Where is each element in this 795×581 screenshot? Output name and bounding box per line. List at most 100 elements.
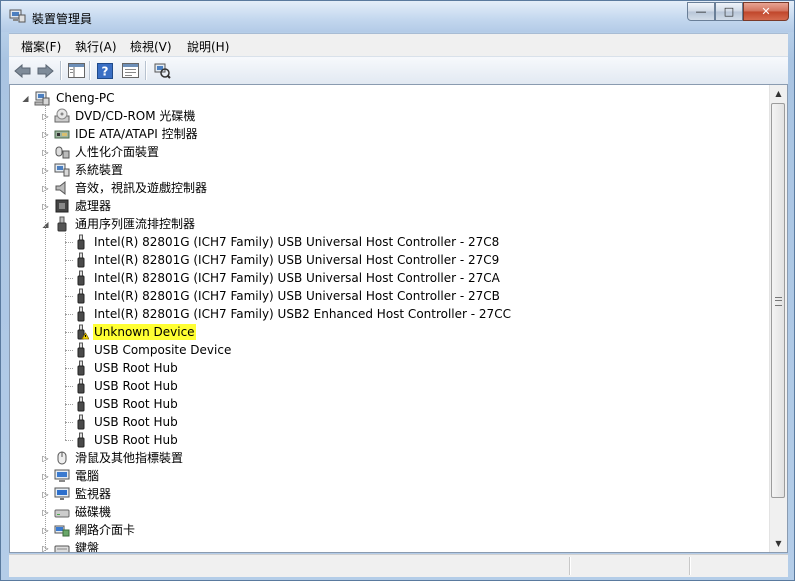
properties-button[interactable]	[121, 62, 139, 79]
collapse-arrow-icon[interactable]: ◢	[21, 94, 30, 103]
scroll-down-button[interactable]: ▼	[770, 535, 787, 552]
close-button[interactable]: ✕	[743, 2, 789, 21]
tree-category-label: 處理器	[75, 199, 112, 213]
minimize-button[interactable]: —	[687, 2, 715, 21]
ide-controller-icon	[54, 130, 70, 139]
vertical-scrollbar[interactable]: ▲ ▼	[769, 85, 787, 552]
tree-connector	[65, 440, 73, 441]
maximize-icon: □	[723, 5, 735, 18]
tree-category-label: 監視器	[75, 487, 112, 501]
usb-device-label: Unknown Device	[93, 324, 196, 340]
tree-category-label: 磁碟機	[75, 505, 112, 519]
usb-controller-icon	[57, 216, 67, 232]
back-arrow-icon	[14, 63, 31, 78]
toolbar-separator	[145, 61, 147, 80]
window-title: 裝置管理員	[32, 12, 93, 26]
title-bar[interactable]: 裝置管理員 — □ ✕	[1, 1, 794, 32]
tree-category-label: 系統裝置	[75, 163, 124, 177]
tree-category-label: DVD/CD-ROM 光碟機	[75, 109, 196, 123]
scroll-up-button[interactable]: ▲	[770, 85, 787, 102]
maximize-button[interactable]: □	[715, 2, 743, 21]
disk-drive-icon	[54, 509, 70, 518]
show-hide-tree-button[interactable]	[67, 62, 85, 79]
tree-connector	[65, 314, 73, 315]
tree-root-label: Cheng-PC	[56, 91, 115, 105]
network-adapter-icon	[54, 525, 70, 537]
computer-root-icon	[34, 91, 50, 106]
tree-connector	[65, 242, 73, 243]
monitor-icon	[54, 487, 70, 500]
usb-device-label: Intel(R) 82801G (ICH7 Family) USB Univer…	[94, 289, 500, 303]
tree-category-label: 鍵盤	[75, 541, 100, 553]
tree-category-label: 網路介面卡	[75, 523, 136, 537]
sound-icon	[55, 180, 66, 196]
window-controls: — □ ✕	[687, 2, 789, 22]
menu-help[interactable]: 說明(H)	[187, 38, 229, 55]
usb-device-icon	[77, 306, 85, 322]
usb-device-label: USB Root Hub	[94, 415, 178, 429]
usb-device-icon	[77, 342, 85, 358]
usb-device-label: USB Root Hub	[94, 433, 178, 447]
svg-text:?: ?	[102, 64, 109, 78]
status-separator	[689, 557, 691, 575]
scroll-up-icon: ▲	[775, 89, 782, 98]
usb-device-label: USB Root Hub	[94, 379, 178, 393]
scroll-grip-icon	[775, 297, 782, 306]
forward-button[interactable]	[36, 62, 54, 79]
usb-device-label: USB Root Hub	[94, 397, 178, 411]
tree-category-label: 通用序列匯流排控制器	[75, 217, 196, 231]
tree-connector	[65, 332, 73, 333]
status-separator	[569, 557, 571, 575]
tree-connector	[65, 404, 73, 405]
dvd-drive-icon	[54, 108, 70, 123]
usb-device-label: Intel(R) 82801G (ICH7 Family) USB Univer…	[94, 253, 500, 267]
usb-device-icon	[77, 270, 85, 286]
tree-category-label: 滑鼠及其他指標裝置	[75, 451, 184, 465]
back-button[interactable]	[14, 62, 32, 79]
usb-device-icon	[77, 432, 85, 448]
tree-category-label: 人性化介面裝置	[75, 145, 160, 159]
tree-category-label: 音效，視訊及遊戲控制器	[75, 181, 208, 195]
usb-device-icon	[77, 288, 85, 304]
scroll-down-icon: ▼	[775, 539, 782, 548]
tree-connector	[65, 386, 73, 387]
status-bar	[9, 554, 788, 577]
usb-device-icon	[77, 414, 85, 430]
mouse-icon	[57, 451, 67, 465]
usb-device-icon	[77, 378, 85, 394]
keyboard-icon	[54, 545, 70, 552]
menu-action[interactable]: 執行(A)	[75, 38, 117, 55]
minimize-icon: —	[695, 5, 707, 18]
menu-view[interactable]: 檢視(V)	[130, 38, 172, 55]
tree-category-label: IDE ATA/ATAPI 控制器	[75, 127, 198, 141]
usb-device-icon	[77, 360, 85, 376]
forward-arrow-icon	[37, 63, 54, 78]
scan-hardware-button[interactable]	[153, 62, 171, 79]
scan-hardware-icon	[154, 63, 171, 79]
computer-icon	[54, 469, 70, 482]
properties-icon	[121, 63, 139, 78]
help-button[interactable]: ?	[96, 62, 114, 79]
warning-usb-device-icon	[77, 324, 89, 340]
toolbar-separator	[89, 61, 91, 80]
menu-bar: 檔案(F) 執行(A) 檢視(V) 說明(H)	[9, 33, 788, 56]
show-hide-tree-icon	[67, 63, 85, 78]
menu-file[interactable]: 檔案(F)	[21, 38, 61, 55]
hid-icon	[55, 146, 70, 159]
device-tree[interactable]: ◢ Cheng-PC ▷ DVD/CD-ROM 光碟機 ▷ IDE ATA/ATAPI 控…	[9, 84, 788, 553]
usb-device-icon	[77, 234, 85, 250]
tree-connector	[65, 368, 73, 369]
tree-connector	[45, 105, 46, 552]
usb-device-label: Intel(R) 82801G (ICH7 Family) USB Univer…	[94, 271, 500, 285]
toolbar: ?	[9, 56, 788, 85]
usb-device-label: USB Root Hub	[94, 361, 178, 375]
usb-device-icon	[77, 252, 85, 268]
usb-device-icon	[77, 396, 85, 412]
help-icon: ?	[97, 62, 113, 79]
scroll-thumb[interactable]	[771, 103, 785, 498]
device-manager-window: 裝置管理員 — □ ✕ 檔案(F) 執行(A) 檢視(V) 說明(H) ? ◢ …	[0, 0, 795, 581]
usb-device-label: USB Composite Device	[94, 343, 232, 357]
toolbar-separator	[60, 61, 62, 80]
processor-icon	[55, 199, 69, 213]
tree-connector	[65, 231, 66, 440]
